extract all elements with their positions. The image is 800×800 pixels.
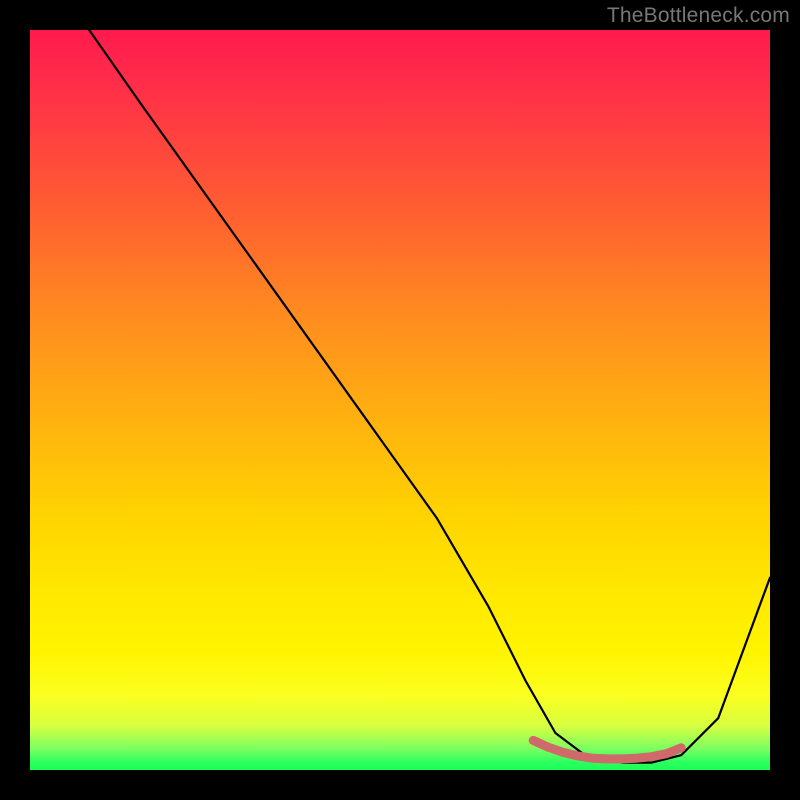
curves-layer <box>30 30 770 770</box>
plot-area <box>30 30 770 770</box>
watermark-text: TheBottleneck.com <box>607 4 790 28</box>
bottleneck-curve <box>30 0 770 763</box>
optimal-range-marker <box>533 740 681 759</box>
chart-frame: TheBottleneck.com <box>0 0 800 800</box>
